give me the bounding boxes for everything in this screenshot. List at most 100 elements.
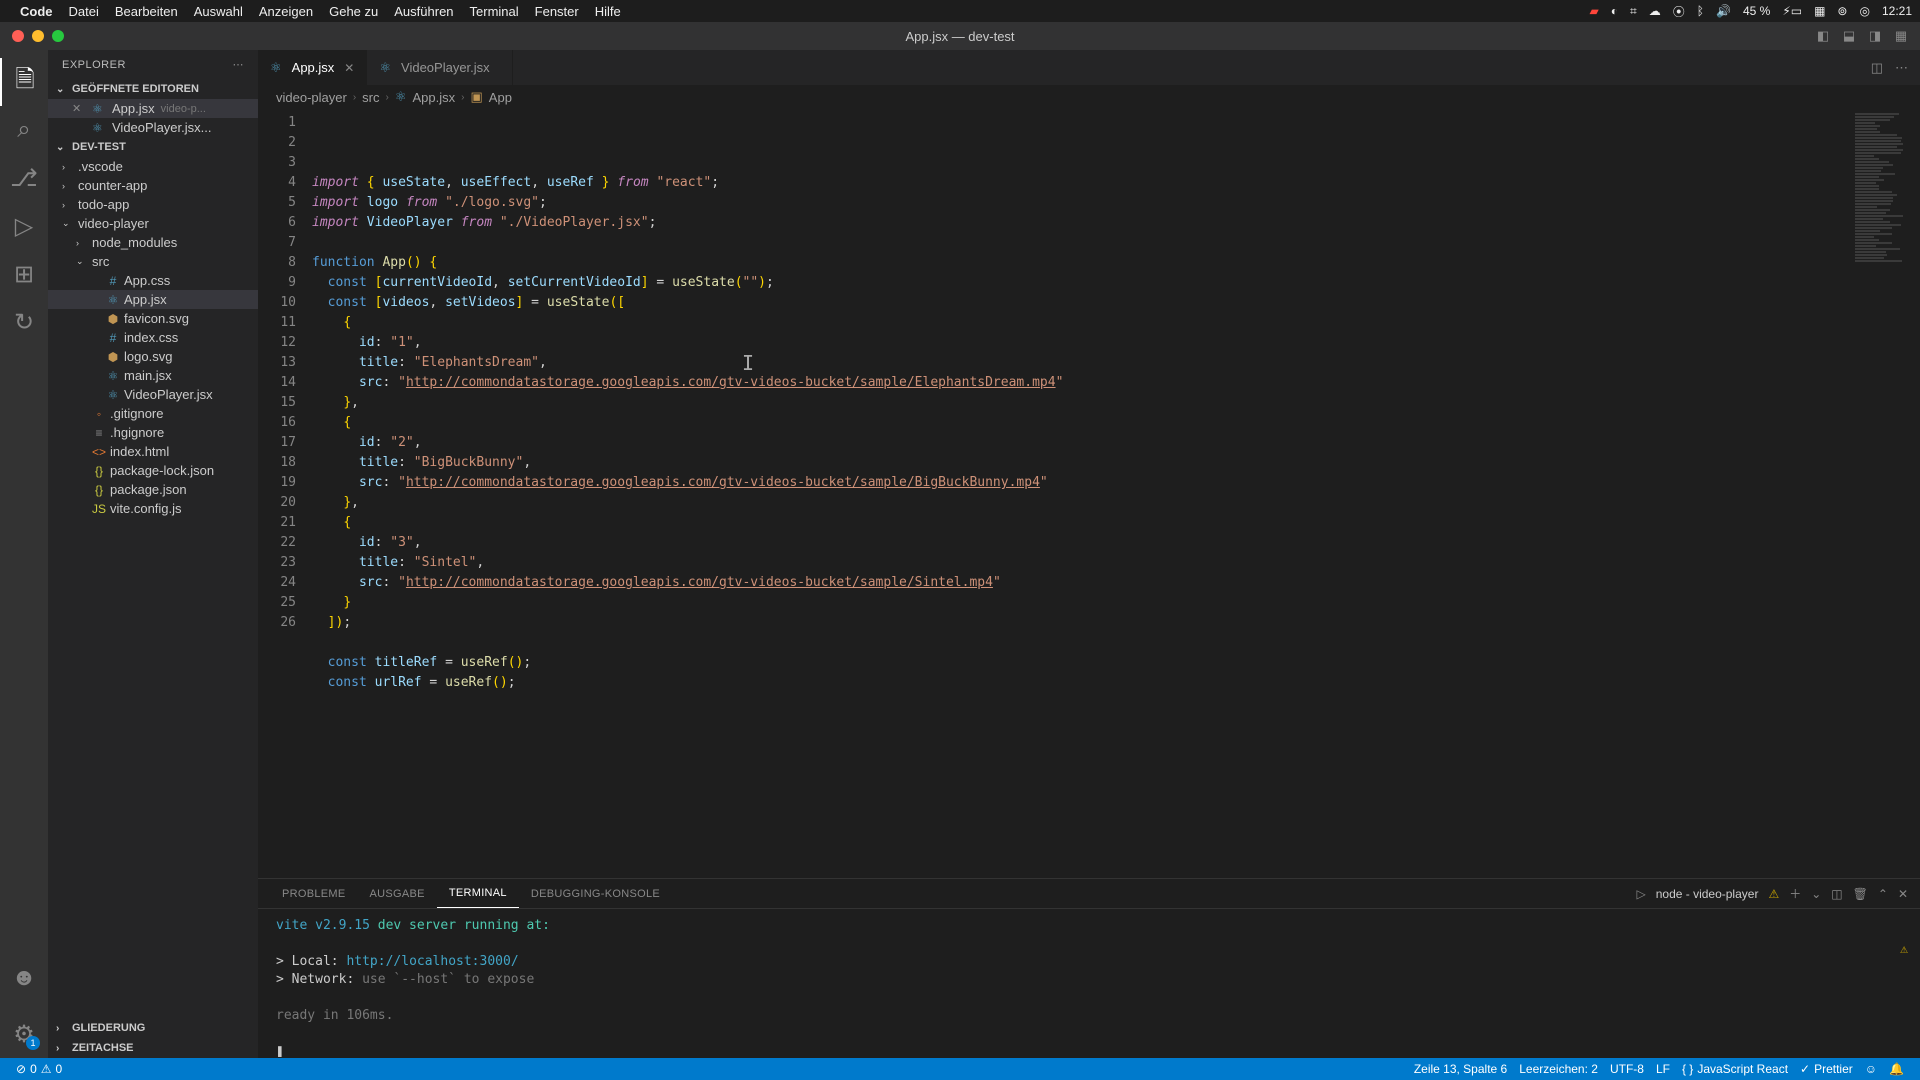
status-battery-text[interactable]: 45 % bbox=[1743, 4, 1770, 18]
status-battery-icon[interactable]: ⚡︎▭ bbox=[1782, 4, 1802, 18]
status-icon[interactable]: ☁︎ bbox=[1649, 4, 1661, 18]
window-minimize-button[interactable] bbox=[32, 30, 44, 42]
panel-tab[interactable]: DEBUGGING-KONSOLE bbox=[519, 880, 672, 908]
source-control-icon[interactable]: ⎇ bbox=[0, 154, 48, 202]
code-content[interactable]: 𝙸 import { useState, useEffect, useRef }… bbox=[312, 109, 1850, 878]
settings-icon[interactable]: ⚙1 bbox=[0, 1010, 48, 1058]
menu-item[interactable]: Auswahl bbox=[194, 4, 243, 19]
menu-item[interactable]: Datei bbox=[69, 4, 99, 19]
status-control-center-icon[interactable]: ◎ bbox=[1859, 4, 1869, 18]
panel-tab[interactable]: PROBLEME bbox=[270, 880, 358, 908]
accounts-icon[interactable]: ☻ bbox=[0, 954, 48, 1002]
folder-item[interactable]: ›.vscode bbox=[48, 157, 258, 176]
timeline-header[interactable]: › ZEITACHSE bbox=[48, 1038, 258, 1058]
file-item[interactable]: ⚛︎main.jsx bbox=[48, 366, 258, 385]
explorer-icon[interactable]: 🗎 bbox=[0, 58, 48, 106]
status-wifi-icon[interactable]: ⊚ bbox=[1837, 4, 1847, 18]
extensions-icon[interactable]: ⊞ bbox=[0, 250, 48, 298]
window-close-button[interactable] bbox=[12, 30, 24, 42]
more-actions-icon[interactable]: ⋯ bbox=[1895, 60, 1908, 76]
tab-close-icon[interactable]: ✕ bbox=[344, 61, 354, 75]
remote-icon[interactable]: ↻ bbox=[0, 298, 48, 346]
file-item[interactable]: <>index.html bbox=[48, 442, 258, 461]
terminal-dropdown-icon[interactable]: ⌄ bbox=[1811, 887, 1821, 901]
open-editor-item[interactable]: ⚛︎VideoPlayer.jsx... bbox=[48, 118, 258, 137]
breadcrumb-item[interactable]: src bbox=[362, 90, 379, 105]
file-item[interactable]: ◦.gitignore bbox=[48, 404, 258, 423]
file-item[interactable]: ⬢logo.svg bbox=[48, 347, 258, 366]
outline-header[interactable]: › GLIEDERUNG bbox=[48, 1018, 258, 1038]
panel-tab[interactable]: AUSGABE bbox=[358, 880, 437, 908]
panel-maximize-icon[interactable]: ⌃ bbox=[1878, 887, 1888, 901]
panel-close-icon[interactable]: ✕ bbox=[1898, 887, 1908, 901]
status-icon[interactable]: ⌗ bbox=[1630, 4, 1637, 19]
folder-item[interactable]: ›todo-app bbox=[48, 195, 258, 214]
file-item[interactable]: ⚛︎VideoPlayer.jsx bbox=[48, 385, 258, 404]
chevron-icon: ⌄ bbox=[76, 256, 88, 267]
file-item[interactable]: JSvite.config.js bbox=[48, 499, 258, 518]
breadcrumb-item[interactable]: App.jsx bbox=[413, 90, 456, 105]
status-icon[interactable]: ⦿ bbox=[1673, 3, 1685, 20]
editor-tab[interactable]: ⚛︎App.jsx✕ bbox=[258, 50, 367, 85]
file-icon: ⚛︎ bbox=[106, 369, 120, 383]
terminal-warning-badge-icon[interactable]: ⚠ bbox=[1900, 941, 1908, 959]
app-menu-name[interactable]: Code bbox=[20, 4, 53, 19]
panel-tab[interactable]: TERMINAL bbox=[437, 879, 519, 908]
file-item[interactable]: {}package-lock.json bbox=[48, 461, 258, 480]
explorer-more-icon[interactable]: ⋯ bbox=[233, 58, 245, 71]
layout-left-icon[interactable]: ◧ bbox=[1814, 28, 1832, 44]
breadcrumb-item[interactable]: App bbox=[489, 90, 512, 105]
run-debug-icon[interactable]: ▷ bbox=[0, 202, 48, 250]
minimap[interactable] bbox=[1850, 109, 1920, 878]
folder-item[interactable]: ⌄src bbox=[48, 252, 258, 271]
window-maximize-button[interactable] bbox=[52, 30, 64, 42]
kill-terminal-icon[interactable]: 🗑 bbox=[1853, 887, 1868, 901]
folder-item[interactable]: ›node_modules bbox=[48, 233, 258, 252]
menu-item[interactable]: Bearbeiten bbox=[115, 4, 178, 19]
folder-item[interactable]: ⌄video-player bbox=[48, 214, 258, 233]
search-icon[interactable]: ⌕ bbox=[0, 106, 48, 154]
status-icon[interactable]: ▦ bbox=[1814, 4, 1825, 18]
menu-item[interactable]: Fenster bbox=[535, 4, 579, 19]
layout-customize-icon[interactable]: ▦ bbox=[1892, 28, 1910, 44]
menu-item[interactable]: Terminal bbox=[470, 4, 519, 19]
close-icon[interactable]: ✕ bbox=[72, 102, 86, 115]
terminal-line: ready in 106ms. bbox=[276, 1007, 1902, 1025]
status-time[interactable]: 12:21 bbox=[1882, 4, 1912, 18]
terminal-warning-icon[interactable]: ⚠ bbox=[1768, 887, 1779, 901]
status-rec-icon[interactable]: ▰ bbox=[1590, 4, 1599, 18]
layout-bottom-icon[interactable]: ⬓ bbox=[1840, 28, 1858, 44]
file-item[interactable]: ⚛︎App.jsx bbox=[48, 290, 258, 309]
editor-tab[interactable]: ⚛︎VideoPlayer.jsx bbox=[367, 50, 512, 85]
open-editor-item[interactable]: ✕⚛︎App.jsx video-p... bbox=[48, 99, 258, 118]
split-terminal-icon[interactable]: ◫ bbox=[1831, 887, 1842, 901]
status-icon[interactable]: ◐ bbox=[1611, 4, 1618, 18]
terminal-content[interactable]: ⚠ vite v2.9.15 dev server running at: > … bbox=[258, 909, 1920, 1069]
workspace-header[interactable]: ⌄ DEV-TEST bbox=[48, 137, 258, 157]
menubar-status-area: ▰ ◐ ⌗ ☁︎ ⦿ ᛒ 🔊 45 % ⚡︎▭ ▦ ⊚ ◎ 12:21 bbox=[1590, 3, 1912, 20]
file-icon: ⚛︎ bbox=[92, 121, 106, 135]
menu-item[interactable]: Gehe zu bbox=[329, 4, 378, 19]
breadcrumbs[interactable]: video-player›src›⚛︎ App.jsx›▣ App bbox=[258, 85, 1920, 109]
breadcrumb-item[interactable]: video-player bbox=[276, 90, 347, 105]
folder-item[interactable]: ›counter-app bbox=[48, 176, 258, 195]
terminal-picker-icon[interactable]: ▷ bbox=[1636, 887, 1645, 901]
file-item[interactable]: #App.css bbox=[48, 271, 258, 290]
file-item[interactable]: #index.css bbox=[48, 328, 258, 347]
terminal-label[interactable]: node - video-player bbox=[1656, 887, 1759, 901]
file-item[interactable]: {}package.json bbox=[48, 480, 258, 499]
menu-item[interactable]: Ausführen bbox=[394, 4, 453, 19]
open-editors-header[interactable]: ⌄ GEÖFFNETE EDITOREN bbox=[48, 79, 258, 99]
status-volume-icon[interactable]: 🔊 bbox=[1716, 4, 1731, 18]
menu-item[interactable]: Anzeigen bbox=[259, 4, 313, 19]
file-icon: ≡ bbox=[92, 426, 106, 440]
status-bluetooth-icon[interactable]: ᛒ bbox=[1697, 4, 1704, 18]
split-editor-icon[interactable]: ◫ bbox=[1871, 60, 1883, 76]
new-terminal-icon[interactable]: ＋ bbox=[1789, 885, 1801, 902]
layout-right-icon[interactable]: ◨ bbox=[1866, 28, 1884, 44]
file-item[interactable]: ⬢favicon.svg bbox=[48, 309, 258, 328]
file-item[interactable]: ≡.hgignore bbox=[48, 423, 258, 442]
menu-item[interactable]: Hilfe bbox=[595, 4, 621, 19]
code-editor[interactable]: 1234567891011121314151617181920212223242… bbox=[258, 109, 1920, 878]
status-errors[interactable]: ⊘0⚠0 bbox=[10, 1062, 68, 1076]
